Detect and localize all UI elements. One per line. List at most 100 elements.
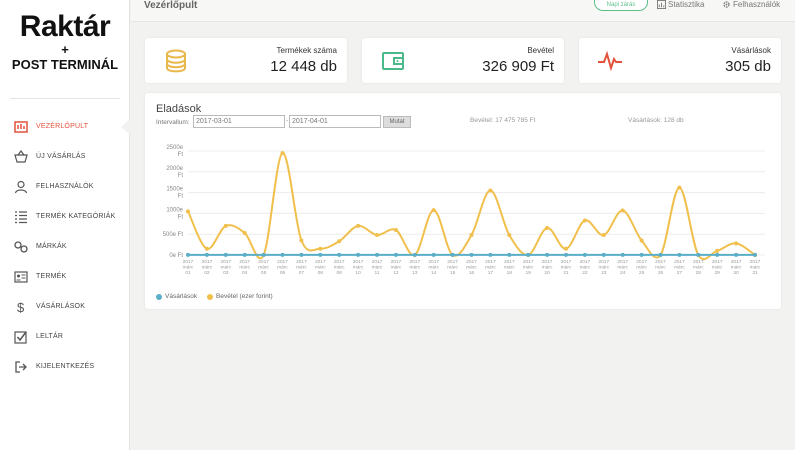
data-point [280, 252, 285, 257]
data-point [318, 252, 323, 257]
data-point [545, 252, 550, 257]
sidebar-item-users[interactable]: FELHASZNÁLÓK [0, 172, 130, 202]
sales-title: Eladások [156, 103, 202, 115]
sidebar-item-product[interactable]: TERMÉK [0, 262, 130, 292]
data-point [431, 208, 436, 213]
sidebar-item-dashboard[interactable]: VEZÉRLŐPULT [0, 112, 130, 142]
sidebar-item-label: VÁSÁRLÁSOK [36, 303, 86, 310]
x-tick-label: márc [277, 265, 288, 271]
legend-swatch [156, 293, 162, 300]
x-tick-label: 19 [526, 270, 532, 276]
card-value: 12 448 db [270, 58, 337, 75]
data-point [488, 252, 493, 257]
x-tick-label: márc [731, 265, 742, 271]
data-point [204, 252, 209, 257]
data-point [337, 239, 342, 244]
x-tick-label: márc [258, 265, 269, 271]
x-tick-label: 25 [639, 270, 645, 276]
data-point [564, 246, 568, 251]
sidebar-item-categories[interactable]: TERMÉK KATEGÓRIÁK [0, 202, 130, 232]
chart-icon [657, 0, 666, 9]
statistics-link[interactable]: Statisztika [657, 0, 704, 9]
x-tick-label: 2017 [561, 259, 572, 265]
date-to-input[interactable] [289, 115, 381, 128]
sidebar-item-label: ÚJ VÁSÁRLÁS [36, 153, 86, 160]
data-point [658, 252, 663, 257]
x-tick-label: márc [220, 265, 231, 271]
card-value: 305 db [725, 58, 771, 75]
data-point [753, 252, 757, 257]
data-point [677, 252, 682, 257]
data-point [186, 252, 190, 257]
x-tick-label: 06 [280, 270, 286, 276]
x-tick-label: 2017 [617, 259, 628, 265]
daily-closing-button[interactable]: Napi zárás [594, 0, 648, 11]
sidebar-item-label: FELHASZNÁLÓK [36, 183, 94, 190]
x-tick-label: 20 [544, 270, 550, 276]
logo-title: Raktár [19, 10, 111, 43]
x-tick-label: 2017 [447, 259, 458, 265]
stat-card-products: Termékek száma 12 448 db [145, 38, 347, 83]
gear-icon [723, 1, 730, 8]
sidebar-item-label: TERMÉK [36, 273, 67, 280]
x-tick-label: 2017 [750, 259, 761, 265]
sidebar-item-purchases[interactable]: $ VÁSÁRLÁSOK [0, 292, 130, 322]
data-point [393, 228, 398, 233]
x-tick-label: 2017 [523, 259, 534, 265]
x-tick-label: 2017 [542, 259, 553, 265]
x-tick-label: márc [580, 265, 591, 271]
x-tick-label: márc [598, 265, 609, 271]
x-tick-label: márc [504, 265, 515, 271]
x-tick-label: 2017 [731, 259, 742, 265]
wallet-icon [382, 52, 404, 70]
x-tick-label: márc [712, 265, 723, 271]
x-tick-label: 31 [752, 270, 758, 276]
sidebar-item-logout[interactable]: KIJELENTKEZÉS [0, 352, 130, 382]
x-tick-label: márc [391, 265, 402, 271]
x-tick-label: márc [674, 265, 685, 271]
x-tick-label: márc [750, 265, 761, 271]
x-tick-label: márc [485, 265, 496, 271]
user-icon [14, 180, 28, 194]
x-tick-label: 27 [677, 270, 683, 276]
x-tick-label: 21 [563, 270, 569, 276]
date-from-input[interactable] [193, 115, 285, 128]
x-tick-label: 14 [431, 270, 437, 276]
data-point [412, 252, 417, 257]
checkbox-icon [14, 331, 27, 344]
users-link[interactable]: Felhasználók [722, 0, 780, 9]
data-point [601, 252, 606, 257]
x-tick-label: 13 [412, 270, 418, 276]
y-tick-label-unit: Ft [178, 152, 184, 158]
show-button[interactable]: Mutat [383, 116, 411, 128]
x-tick-label: 11 [375, 270, 380, 276]
data-point [375, 233, 379, 238]
date-separator: - [286, 118, 289, 125]
x-tick-label: márc [655, 265, 666, 271]
x-tick-label: 2017 [428, 259, 439, 265]
x-tick-label: 2017 [712, 259, 723, 265]
data-point [469, 252, 474, 257]
sidebar-item-label: VEZÉRLŐPULT [36, 123, 89, 130]
topbar: Vezérlőpult Napi zárás Statisztika Felha… [131, 0, 795, 22]
x-tick-label: márc [202, 265, 213, 271]
data-point [299, 238, 304, 243]
x-tick-label: 2017 [466, 259, 477, 265]
data-point [545, 225, 550, 230]
x-tick-label: 09 [337, 270, 343, 276]
x-tick-label: márc [561, 265, 572, 271]
sidebar-item-new-purchase[interactable]: ÚJ VÁSÁRLÁS [0, 142, 130, 172]
y-tick-label-unit: Ft [178, 173, 184, 179]
sidebar-item-inventory[interactable]: LELTÁR [0, 322, 130, 352]
data-point [639, 238, 644, 243]
data-point [450, 252, 455, 257]
data-point [318, 246, 323, 251]
x-tick-label: 24 [620, 270, 626, 276]
stat-card-purchases: Vásárlások 305 db [579, 38, 781, 83]
sidebar-item-brands[interactable]: MÁRKÁK [0, 232, 130, 262]
y-tick-label: 500e Ft [163, 232, 184, 238]
card-label: Bevétel [527, 46, 554, 55]
x-tick-label: márc [334, 265, 345, 271]
sidebar-item-label: LELTÁR [36, 333, 64, 340]
x-tick-label: 2017 [258, 259, 269, 265]
